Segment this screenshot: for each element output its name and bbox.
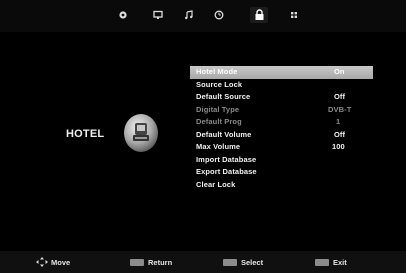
menu-item-value: 1 [336, 117, 341, 126]
picture-icon[interactable] [114, 7, 132, 23]
menu-item-label: Clear Lock [196, 179, 236, 189]
menu-item-value: 100 [332, 142, 345, 151]
menu-item-value: Off [334, 92, 346, 101]
clock-icon[interactable] [210, 7, 228, 23]
menu-item-label: Source Lock [196, 79, 243, 89]
menu-item-digital-type: Digital Type DVB-T [190, 104, 373, 117]
arrow-keys-icon [36, 257, 48, 267]
menu-item-label: Default Volume [196, 129, 252, 139]
key-legend-bar: Move Return Select Exit [0, 251, 406, 273]
menu-item-default-volume[interactable]: Default Volume Off [190, 129, 373, 142]
legend-move-label: Move [51, 257, 71, 267]
legend-return-label: Return [148, 257, 173, 267]
menu-item-source-lock[interactable]: Source Lock [190, 79, 373, 92]
menu-item-max-volume[interactable]: Max Volume 100 [190, 141, 373, 154]
menu-item-clear-lock[interactable]: Clear Lock [190, 179, 373, 192]
menu-item-value: DVB-T [328, 104, 352, 114]
exit-key-icon [315, 258, 329, 266]
hotel-settings-menu: Hotel Mode On Source Lock Default Source… [190, 66, 373, 191]
lock-icon[interactable] [250, 7, 268, 23]
menu-item-hotel-mode[interactable]: Hotel Mode On [190, 66, 373, 79]
menu-item-label: Default Source [196, 92, 251, 101]
menu-item-value: Off [334, 129, 346, 139]
return-key-icon [130, 258, 144, 266]
menu-item-label: Import Database [196, 154, 257, 164]
menu-item-export-database[interactable]: Export Database [190, 166, 373, 179]
legend-exit-label: Exit [333, 257, 347, 267]
menu-item-label: Digital Type [196, 104, 240, 114]
menu-item-label: Default Prog [196, 117, 242, 126]
menu-item-label: Export Database [196, 167, 257, 176]
menu-item-label: Max Volume [196, 142, 241, 151]
menu-item-default-prog: Default Prog 1 [190, 116, 373, 129]
legend-select: Select [223, 256, 263, 268]
legend-exit: Exit [315, 256, 347, 268]
legend-move: Move [36, 256, 70, 268]
sound-screen-icon[interactable] [149, 7, 167, 23]
legend-return: Return [130, 256, 172, 268]
music-note-icon[interactable] [180, 7, 198, 23]
hotel-settings-screen: HOTEL Hotel Mode On Source Lock Default … [0, 0, 406, 273]
section-title: HOTEL [66, 128, 105, 140]
legend-select-label: Select [241, 257, 264, 267]
select-key-icon [223, 258, 237, 266]
menu-item-import-database[interactable]: Import Database [190, 154, 373, 167]
hotel-bell-icon [123, 113, 159, 153]
options-icon[interactable] [285, 7, 303, 23]
menu-item-label: Hotel Mode [196, 67, 238, 76]
menu-category-bar [0, 0, 406, 32]
menu-item-default-source[interactable]: Default Source Off [190, 91, 373, 104]
menu-item-value: On [334, 67, 345, 76]
